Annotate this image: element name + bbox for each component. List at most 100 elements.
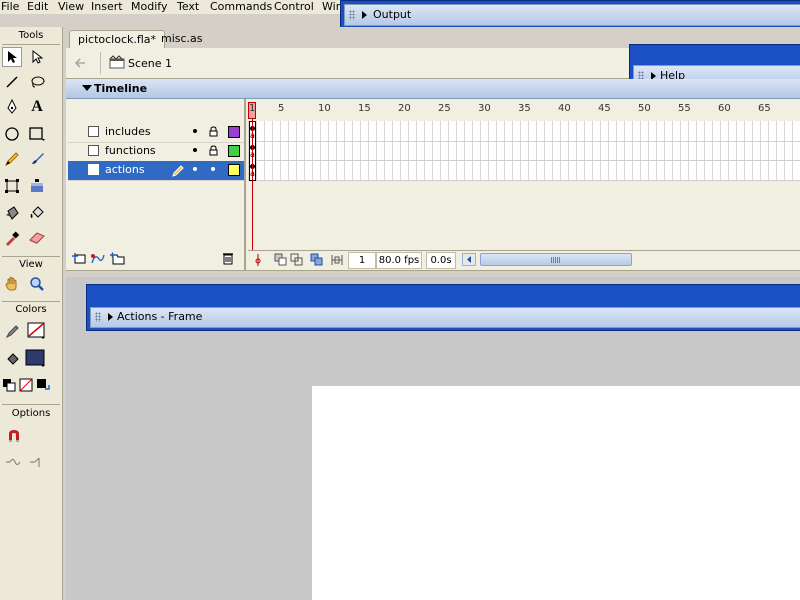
paint-bucket-tool-icon[interactable] — [27, 203, 47, 223]
ruler-tick-label: 1 — [249, 103, 256, 114]
expand-arrow-icon[interactable] — [108, 313, 113, 321]
text-tool-icon[interactable]: A — [27, 97, 47, 117]
menu-control[interactable]: Control — [274, 0, 314, 14]
timeline-header[interactable]: Timeline — [66, 79, 800, 99]
layer-page-icon — [88, 164, 99, 175]
colors-label: Colors — [15, 304, 47, 315]
layer-name: actions — [105, 163, 145, 176]
actions-panel: Actions - Frame — [86, 284, 800, 331]
stroke-color-swatch[interactable] — [27, 321, 47, 341]
insert-folder-icon[interactable] — [109, 251, 125, 265]
oval-tool-icon[interactable] — [2, 124, 22, 144]
ruler-tick-label: 20 — [398, 103, 411, 114]
menu-modify[interactable]: Modify — [131, 0, 167, 14]
menu-edit[interactable]: Edit — [27, 0, 48, 14]
horizontal-scrollbar-thumb[interactable] — [480, 253, 632, 266]
tools-panel: Tools A View Colors Options — [0, 27, 63, 600]
snap-magnet-icon[interactable] — [4, 426, 24, 446]
actions-panel-title: Actions - Frame — [117, 310, 203, 323]
frame-grid[interactable] — [248, 121, 800, 181]
hand-tool-icon[interactable] — [2, 274, 22, 294]
modify-onion-markers-icon[interactable] — [330, 253, 344, 267]
subselect-tool-icon[interactable] — [27, 47, 47, 67]
expand-arrow-icon[interactable] — [362, 11, 367, 19]
menu-text[interactable]: Text — [177, 0, 199, 14]
layer-page-icon — [88, 126, 99, 137]
menu-file[interactable]: File — [1, 0, 19, 14]
layer-page-icon — [88, 145, 99, 156]
tools-label: Tools — [18, 30, 44, 41]
edit-multiple-frames-icon[interactable] — [310, 253, 324, 267]
insert-layer-icon[interactable] — [71, 251, 87, 265]
layer-row-includes[interactable]: includes — [68, 123, 244, 143]
ruler-tick-label: 50 — [638, 103, 651, 114]
grip-icon[interactable] — [349, 10, 355, 20]
scene-icon — [109, 55, 125, 69]
collapse-arrow-icon[interactable] — [82, 85, 92, 91]
smooth-icon[interactable] — [4, 452, 24, 472]
swap-colors-icon[interactable] — [35, 377, 51, 393]
fill-color-swatch[interactable] — [25, 348, 49, 370]
stroke-color-icon[interactable] — [2, 321, 22, 341]
layer-name: includes — [105, 125, 151, 138]
ruler-tick-label: 55 — [678, 103, 691, 114]
trash-icon[interactable] — [221, 251, 235, 265]
tab-pictoclock[interactable]: pictoclock.fla* — [69, 30, 166, 49]
menu-insert[interactable]: Insert — [91, 0, 123, 14]
ruler-tick-label: 45 — [598, 103, 611, 114]
menu-view[interactable]: View — [58, 0, 84, 14]
onion-skin-outlines-icon[interactable] — [290, 253, 304, 267]
output-panel-bar[interactable]: Output — [344, 4, 800, 26]
lock-icon[interactable] — [209, 126, 218, 137]
no-color-icon[interactable] — [18, 377, 34, 393]
tab-misc[interactable]: misc.as — [153, 30, 211, 48]
eraser-tool-icon[interactable] — [27, 228, 47, 248]
eyedropper-tool-icon[interactable] — [2, 228, 22, 248]
center-frame-icon[interactable] — [252, 253, 264, 267]
timeline-status-bar: 1 80.0 fps 0.0s — [248, 250, 800, 269]
brush-tool-icon[interactable] — [27, 149, 47, 169]
ruler-tick-label: 25 — [438, 103, 451, 114]
ruler-tick-label: 30 — [478, 103, 491, 114]
straighten-icon[interactable] — [28, 452, 48, 472]
pencil-edit-icon — [172, 165, 184, 177]
free-transform-tool-icon[interactable] — [2, 176, 22, 196]
output-panel-title: Output — [373, 8, 412, 21]
ink-bottle-tool-icon[interactable] — [2, 203, 22, 223]
ruler-tick-label: 15 — [358, 103, 371, 114]
menu-commands[interactable]: Commands — [210, 0, 272, 14]
rectangle-tool-icon[interactable] — [27, 124, 47, 144]
lock-icon[interactable] — [209, 145, 218, 156]
fill-transform-tool-icon[interactable] — [27, 176, 47, 196]
ruler-tick-label: 10 — [318, 103, 331, 114]
elapsed-time: 0.0s — [426, 252, 456, 269]
stage-canvas[interactable] — [312, 386, 800, 600]
actions-panel-bar[interactable]: Actions - Frame — [90, 307, 800, 328]
lasso-tool-icon[interactable] — [27, 72, 47, 92]
playhead-line — [252, 118, 253, 250]
black-white-icon[interactable] — [1, 377, 17, 393]
frame-rate: 80.0 fps — [376, 252, 422, 269]
add-motion-guide-icon[interactable] — [90, 251, 106, 265]
grip-icon[interactable] — [95, 312, 101, 322]
pen-tool-icon[interactable] — [2, 97, 22, 117]
scene-label[interactable]: Scene 1 — [128, 57, 172, 70]
pencil-tool-icon[interactable] — [2, 149, 22, 169]
layer-row-actions[interactable]: actions — [68, 161, 244, 181]
scroll-left-button[interactable] — [462, 253, 476, 266]
ruler-tick-label: 65 — [758, 103, 771, 114]
layer-color-swatch[interactable] — [228, 164, 240, 176]
timeline-title: Timeline — [94, 82, 148, 95]
back-arrow-icon[interactable] — [72, 55, 88, 71]
current-frame: 1 — [348, 252, 376, 269]
arrow-tool-icon[interactable] — [2, 47, 22, 67]
layer-name: functions — [105, 144, 156, 157]
layer-color-swatch[interactable] — [228, 145, 240, 157]
onion-skin-icon[interactable] — [274, 253, 288, 267]
layer-color-swatch[interactable] — [228, 126, 240, 138]
line-tool-icon[interactable] — [2, 72, 22, 92]
zoom-tool-icon[interactable] — [27, 274, 47, 294]
ruler-tick-label: 60 — [718, 103, 731, 114]
layer-row-functions[interactable]: functions — [68, 142, 244, 162]
fill-color-icon[interactable] — [2, 350, 22, 370]
